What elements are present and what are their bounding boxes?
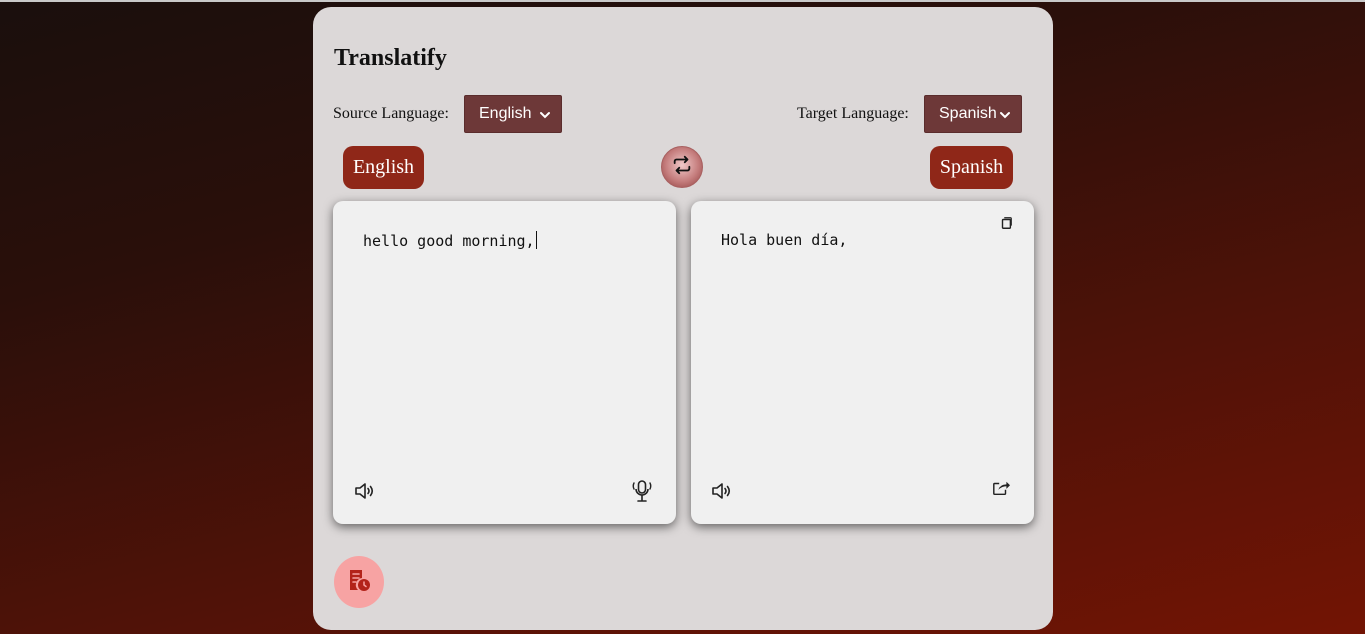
browser-top-line	[0, 0, 1365, 2]
translator-card: Translatify Source Language: English Tar…	[313, 7, 1053, 630]
microphone-icon[interactable]	[630, 478, 654, 504]
source-language-badge: English	[343, 146, 424, 189]
source-text-value: hello good morning,	[363, 231, 537, 250]
source-language-selected: English	[479, 105, 532, 122]
swap-languages-button[interactable]	[661, 146, 703, 188]
copy-icon[interactable]	[998, 215, 1014, 231]
swap-arrows-icon	[671, 154, 693, 181]
share-icon[interactable]	[990, 478, 1012, 498]
speaker-icon[interactable]	[710, 479, 734, 503]
target-text-value: Hola buen día,	[721, 231, 848, 249]
target-language-selected: Spanish	[939, 105, 997, 122]
source-language-label: Source Language:	[333, 105, 449, 122]
source-language-select[interactable]: English	[464, 95, 562, 133]
chevron-down-icon	[999, 108, 1011, 120]
source-text-area[interactable]: hello good morning,	[333, 201, 676, 524]
history-button[interactable]	[334, 556, 384, 608]
target-language-badge: Spanish	[930, 146, 1013, 189]
target-language-select[interactable]: Spanish	[924, 95, 1022, 133]
chevron-down-icon	[539, 108, 551, 120]
speaker-icon[interactable]	[353, 479, 377, 503]
target-text-area: Hola buen día,	[691, 201, 1034, 524]
history-icon	[346, 567, 372, 598]
app-title: Translatify	[334, 45, 447, 71]
target-language-label: Target Language:	[797, 105, 909, 122]
